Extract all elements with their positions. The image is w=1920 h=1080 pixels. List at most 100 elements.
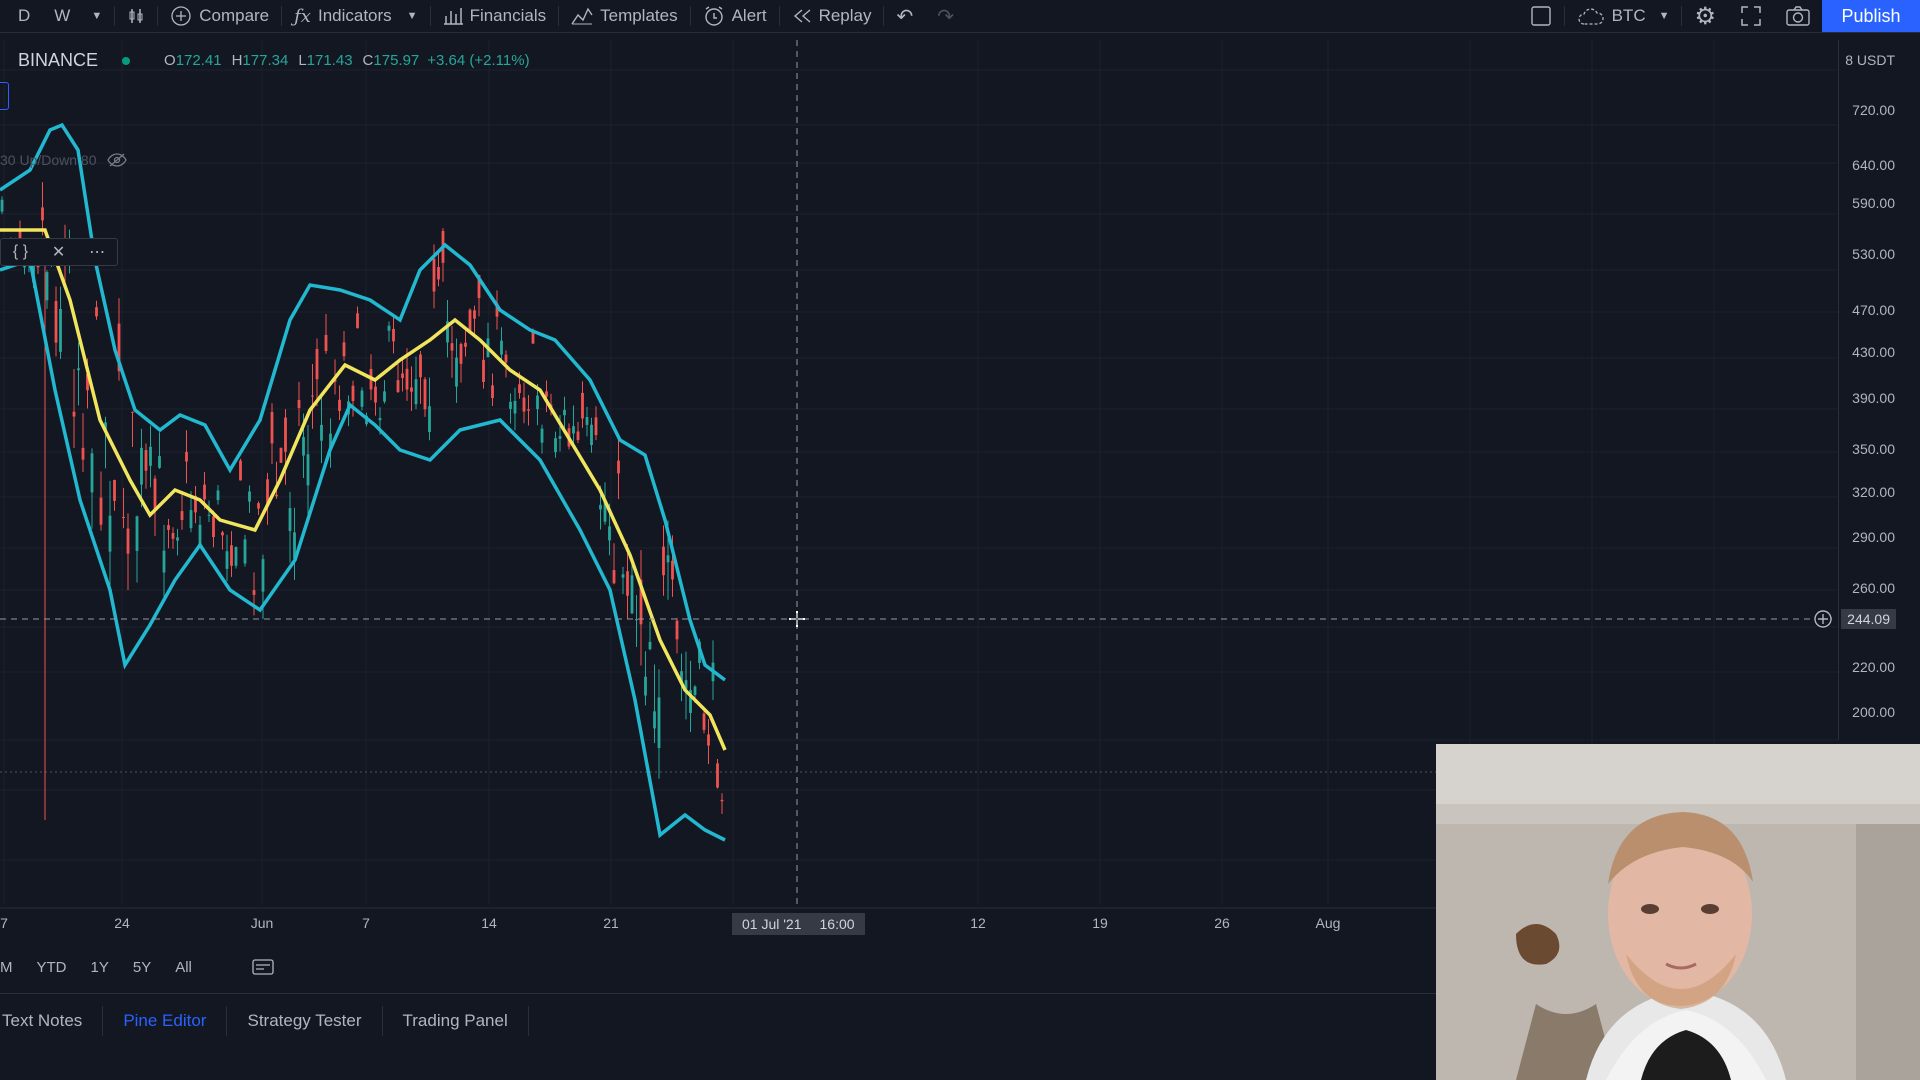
candle-body: [594, 417, 598, 436]
price-tick: 590.00: [1852, 195, 1895, 211]
price-tick: 260.00: [1852, 580, 1895, 596]
candle-body: [257, 503, 260, 509]
time-tick: 21: [603, 915, 619, 931]
tab-trading-panel[interactable]: Trading Panel: [383, 1006, 529, 1036]
eye-hidden-icon[interactable]: [106, 153, 127, 167]
low-value: 171.43: [306, 52, 353, 69]
candle-body: [527, 409, 530, 411]
candle-body: [653, 711, 656, 729]
candle-body: [212, 516, 215, 538]
high-value: 177.34: [242, 52, 289, 69]
open-value: 172.41: [175, 52, 222, 69]
candle-body: [131, 411, 134, 413]
range-button[interactable]: All: [175, 959, 192, 976]
market-status-dot: [122, 56, 131, 65]
candle-body: [513, 400, 517, 414]
candle-body: [41, 207, 44, 221]
indicator-legend[interactable]: 30 Up/Down 80: [0, 152, 127, 168]
candle-body: [671, 560, 674, 580]
range-button[interactable]: M: [0, 959, 13, 976]
candle-body: [153, 478, 157, 510]
candle-body: [320, 424, 323, 441]
time-tick: 7: [362, 915, 370, 931]
candle-body: [504, 354, 508, 363]
candle-body: [410, 387, 413, 392]
price-tick: 320.00: [1852, 484, 1895, 500]
candle-body: [234, 547, 238, 566]
candle-body: [374, 386, 377, 403]
more-options-icon[interactable]: ⋯: [89, 242, 105, 262]
price-tick: 390.00: [1852, 390, 1895, 406]
candle-body: [662, 546, 665, 576]
time-tick: 12: [970, 915, 986, 931]
tab-strategy-tester[interactable]: Strategy Tester: [227, 1006, 383, 1036]
candle-body: [162, 550, 166, 573]
candle-body: [207, 514, 211, 516]
date-range-calendar-icon[interactable]: [252, 958, 274, 976]
exchange-name: BINANCE: [18, 50, 99, 70]
candle-body: [414, 379, 418, 405]
candle-body: [54, 301, 58, 343]
candle-body: [45, 272, 49, 301]
candle-body: [716, 763, 719, 788]
candle-body: [288, 508, 292, 531]
time-tick: 14: [481, 915, 497, 931]
candle-body: [707, 734, 710, 746]
candle-body: [531, 332, 535, 344]
close-label: C: [362, 52, 374, 69]
tab-text-notes[interactable]: Text Notes: [0, 1006, 104, 1036]
candle-body: [396, 380, 400, 392]
candle-body: [324, 334, 328, 352]
candle-body: [77, 368, 80, 371]
candle-body: [122, 516, 125, 519]
candle-body: [171, 533, 175, 539]
candle-body: [284, 417, 287, 452]
candle-body: [648, 641, 652, 650]
price-axis-currency[interactable]: 8 USDT: [1845, 52, 1895, 68]
high-label: H: [231, 52, 243, 69]
range-button[interactable]: 5Y: [133, 959, 151, 976]
source-code-icon[interactable]: { }: [13, 243, 28, 261]
candle-body: [275, 494, 278, 497]
candle-body: [99, 497, 103, 525]
close-icon[interactable]: ✕: [52, 242, 65, 262]
candle-body: [540, 428, 544, 443]
candle-body: [401, 373, 404, 378]
crosshair-price-label: 244.09: [1841, 609, 1896, 629]
candle-body: [693, 686, 697, 695]
candle-body: [144, 450, 148, 471]
candle-body: [423, 379, 427, 410]
candle-body: [450, 343, 454, 351]
candle-body: [351, 385, 355, 402]
candle-body: [491, 385, 494, 399]
candle-body: [581, 392, 584, 419]
candle-body: [270, 411, 274, 444]
price-tick: 220.00: [1852, 659, 1895, 675]
time-tick: Jun: [250, 915, 274, 931]
candle-body: [464, 342, 467, 347]
candle-body: [135, 516, 139, 551]
candle-body: [311, 395, 314, 397]
candle-body: [536, 395, 539, 410]
candle-body: [558, 436, 562, 439]
ohlc-legend: BINANCE O 172.41 H 177.34 L 171.43 C 175.97 …: [18, 50, 530, 71]
candle-body: [675, 620, 679, 640]
range-button[interactable]: 1Y: [91, 959, 109, 976]
indicator-name: 30 Up/Down 80: [0, 152, 97, 168]
crosshair-time-label: 01 Jul '21 16:00: [732, 913, 865, 935]
add-alert-plus-icon[interactable]: [1812, 608, 1834, 630]
candle-body: [617, 460, 620, 474]
candle-body: [585, 417, 589, 425]
candle-body: [473, 310, 476, 319]
candle-body: [203, 484, 206, 500]
candle-body: [72, 411, 76, 417]
candle-body: [315, 349, 319, 380]
candle-body: [185, 451, 188, 462]
price-tick: 430.00: [1852, 344, 1895, 360]
candle-body: [297, 400, 301, 408]
price-axis[interactable]: 8 USDT 720.00 640.00 590.00 530.00 470.0…: [1838, 40, 1920, 740]
price-tick: 720.00: [1852, 102, 1895, 118]
range-button[interactable]: YTD: [37, 959, 67, 976]
tab-pine-editor[interactable]: Pine Editor: [103, 1006, 228, 1036]
presenter-video: [1436, 744, 1920, 1080]
